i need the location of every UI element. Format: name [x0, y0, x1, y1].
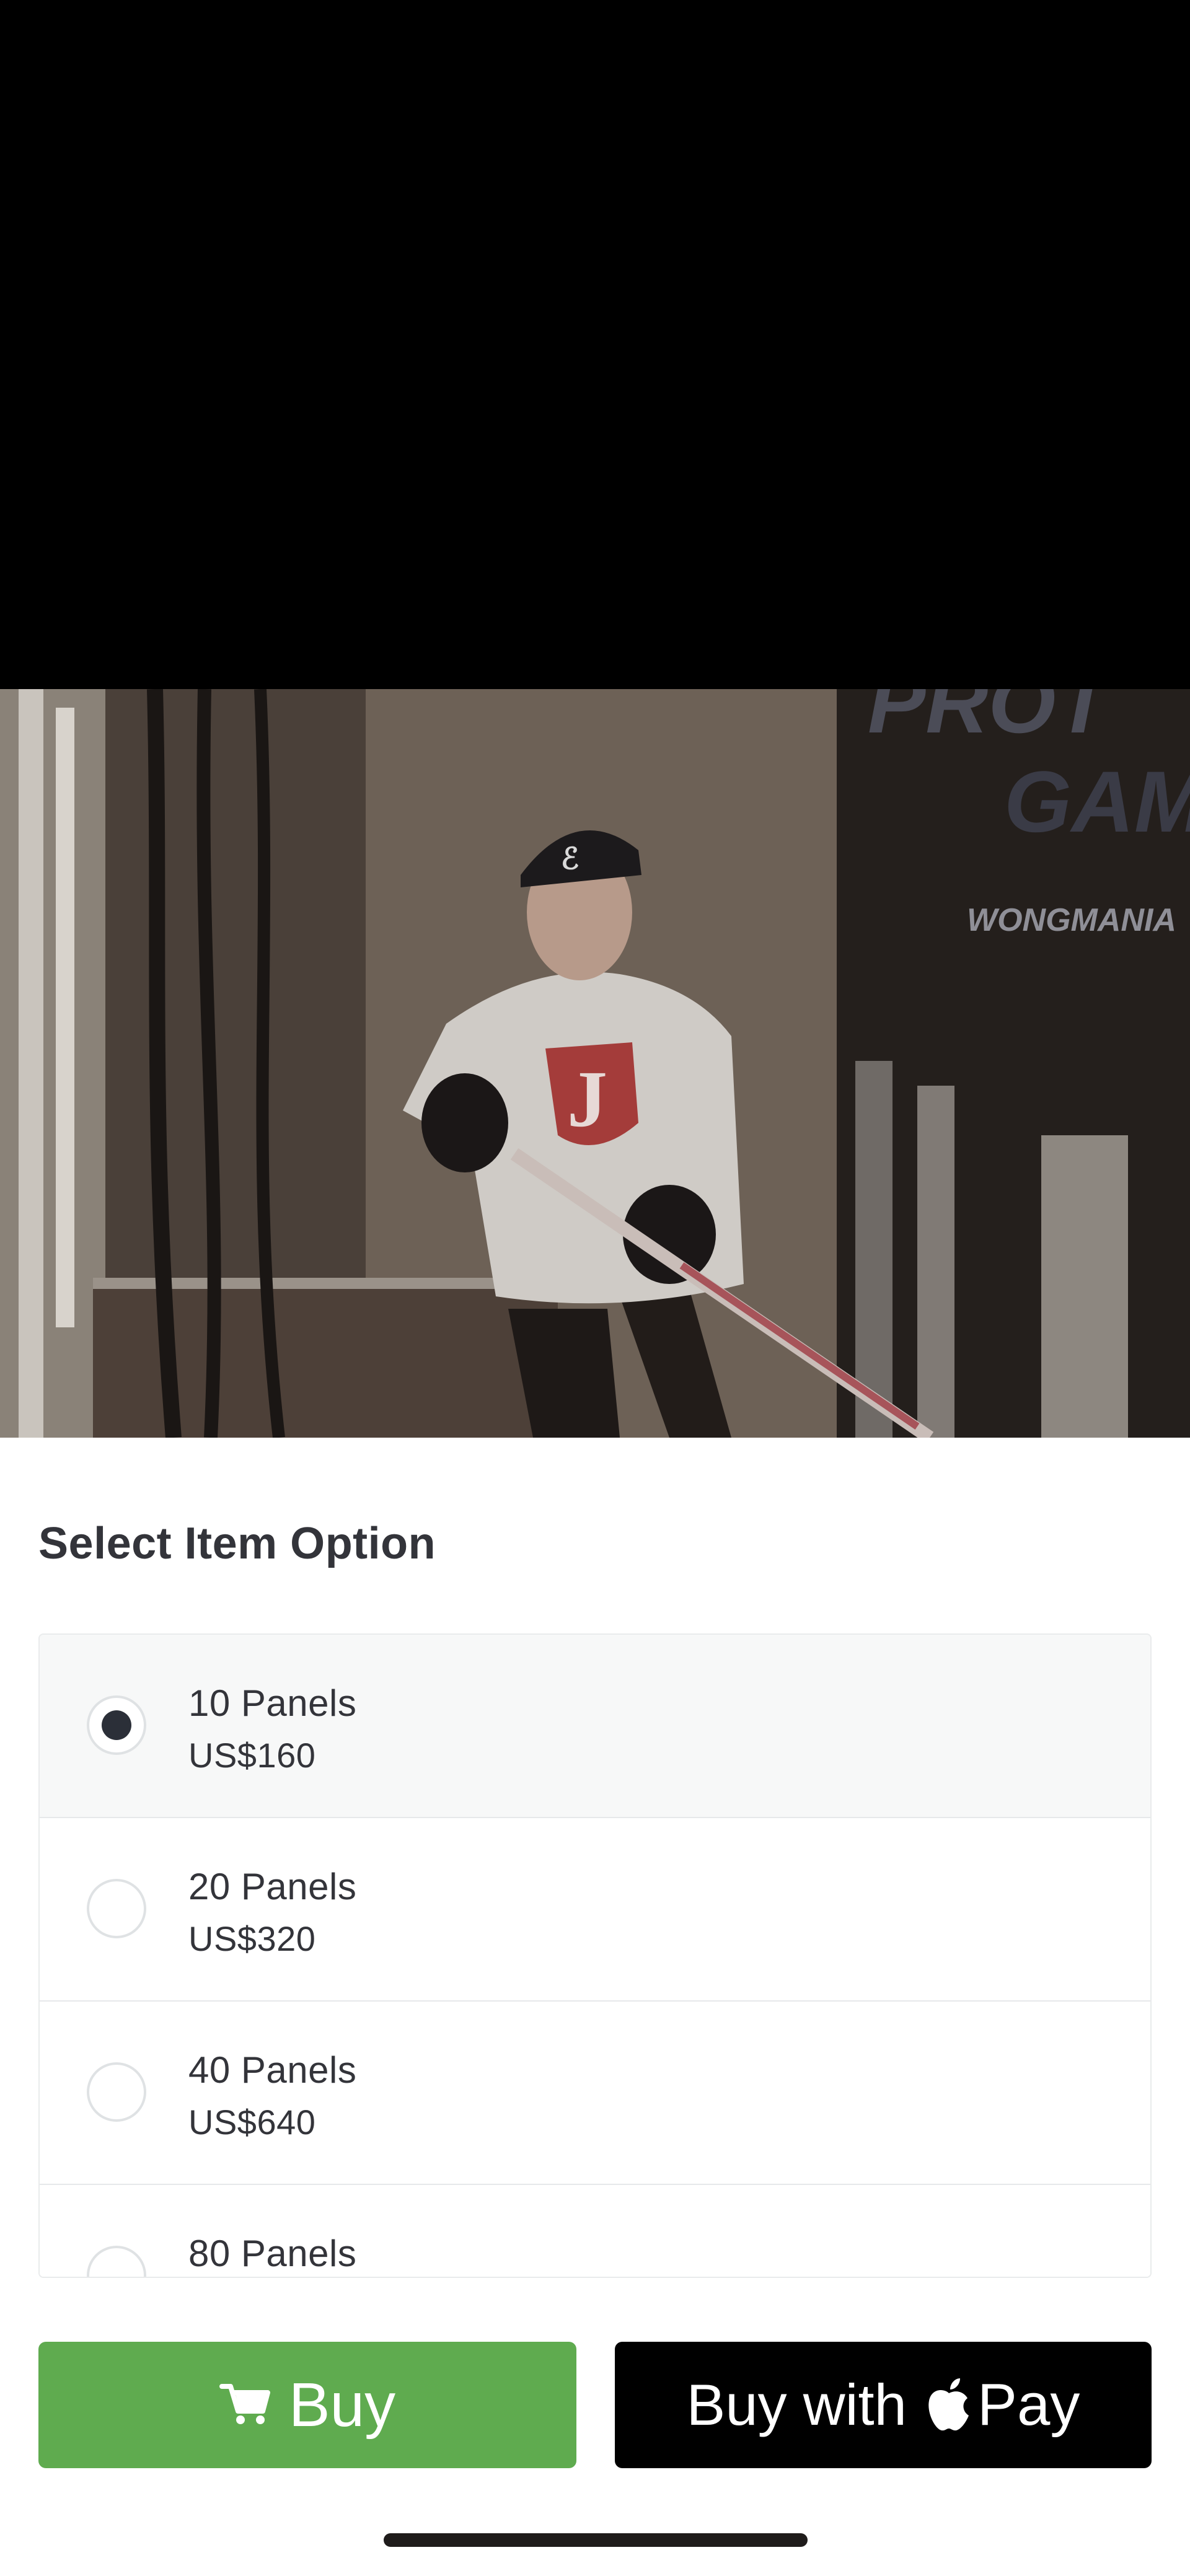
media-letterbox — [0, 0, 1190, 689]
buy-button[interactable]: Buy — [38, 2342, 576, 2468]
svg-text:PROT: PROT — [868, 689, 1115, 751]
buy-button-label: Buy — [288, 2370, 396, 2440]
option-row-20-panels[interactable]: 20 Panels US$320 — [40, 1818, 1150, 2002]
apple-pay-button[interactable]: Buy with Pay — [615, 2342, 1152, 2468]
option-row-80-panels[interactable]: 80 Panels — [40, 2185, 1150, 2277]
radio-unselected[interactable] — [87, 2246, 146, 2277]
product-photo: PROT GAM WONGMANIA J ℰ — [0, 689, 1190, 1438]
option-price: US$160 — [188, 1736, 316, 1775]
radio-unselected[interactable] — [87, 2062, 146, 2122]
option-name: 20 Panels — [188, 1866, 357, 1907]
option-price: US$320 — [188, 1919, 316, 1958]
options-title: Select Item Option — [38, 1519, 436, 1568]
apple-icon — [925, 2377, 972, 2433]
apple-pay-label-suffix: Pay — [977, 2372, 1080, 2438]
home-indicator[interactable] — [384, 2533, 808, 2547]
svg-text:WONGMANIA: WONGMANIA — [967, 902, 1176, 938]
option-name: 10 Panels — [188, 1682, 357, 1724]
option-row-10-panels[interactable]: 10 Panels US$160 — [40, 1635, 1150, 1818]
radio-unselected[interactable] — [87, 1879, 146, 1938]
option-price: US$640 — [188, 2103, 316, 2142]
apple-pay-label-prefix: Buy with — [686, 2372, 907, 2437]
radio-selected[interactable] — [87, 1695, 146, 1755]
svg-text:GAM: GAM — [1004, 753, 1190, 850]
option-name: 80 Panels — [188, 2233, 357, 2274]
item-options-list[interactable]: 10 Panels US$160 20 Panels US$320 40 Pan… — [38, 1633, 1152, 2278]
svg-text:ℰ: ℰ — [561, 843, 579, 876]
option-name: 40 Panels — [188, 2049, 357, 2091]
svg-text:J: J — [567, 1055, 607, 1144]
cart-icon — [219, 2381, 271, 2429]
option-row-40-panels[interactable]: 40 Panels US$640 — [40, 2002, 1150, 2185]
